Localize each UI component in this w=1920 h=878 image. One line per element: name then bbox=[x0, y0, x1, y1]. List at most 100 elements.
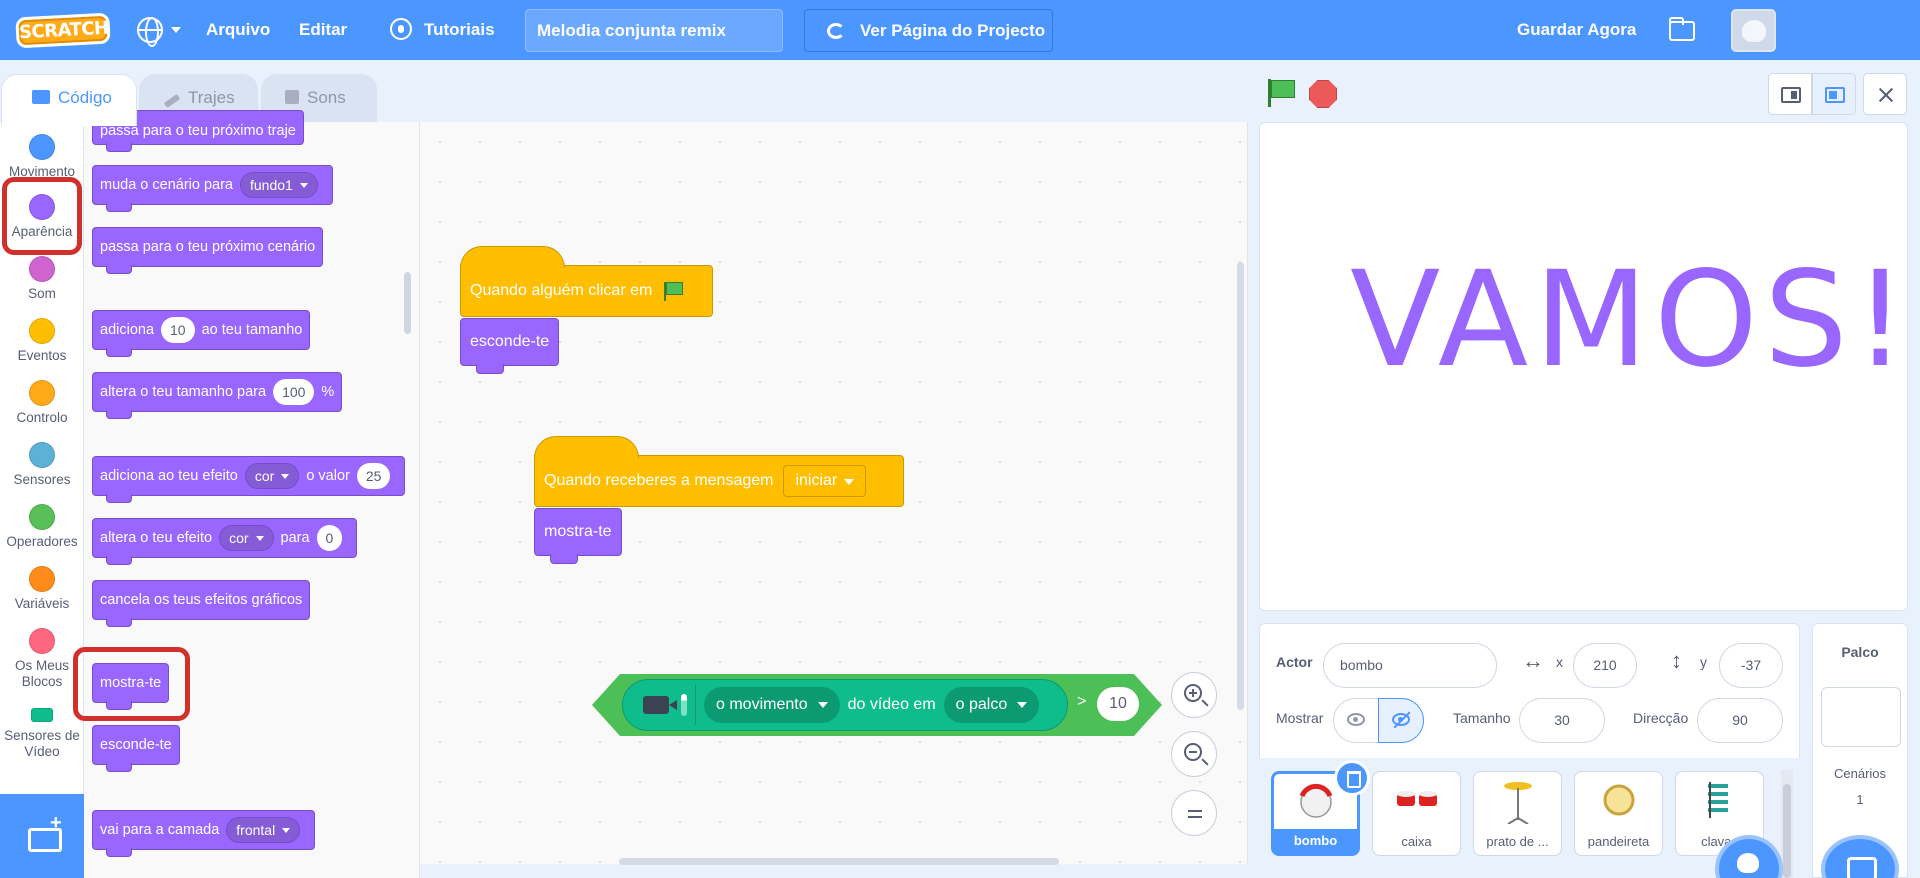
x-label: x bbox=[1556, 654, 1563, 670]
category-operators[interactable]: Operadores bbox=[0, 504, 84, 550]
sprite-name-input[interactable]: bombo bbox=[1323, 643, 1497, 688]
see-project-page-button[interactable]: Ver Página do Projecto bbox=[804, 9, 1053, 52]
show-sprite-button[interactable] bbox=[1333, 698, 1379, 743]
sprite-name: prato de ... bbox=[1486, 834, 1549, 849]
normal-stage-icon bbox=[1825, 87, 1845, 103]
layer-dropdown[interactable]: frontal bbox=[226, 817, 301, 843]
actor-label: Actor bbox=[1276, 654, 1313, 670]
save-now-button[interactable]: Guardar Agora bbox=[1517, 0, 1636, 60]
next-backdrop-block[interactable]: passa para o teu próximo cenário bbox=[92, 227, 324, 274]
category-label: Som bbox=[28, 286, 56, 301]
stage-thumbnail[interactable] bbox=[1821, 687, 1901, 747]
file-menu[interactable]: Arquivo bbox=[206, 0, 270, 60]
threshold-input[interactable]: 10 bbox=[1097, 687, 1139, 721]
tab-sounds-label: Sons bbox=[307, 88, 346, 107]
set-size-block[interactable]: altera o teu tamanho para 100% bbox=[92, 372, 343, 419]
block-text: adiciona bbox=[100, 322, 155, 338]
project-title-input[interactable]: Melodia conjunta remix bbox=[525, 9, 783, 52]
language-globe-icon[interactable] bbox=[137, 17, 163, 47]
chevron-down-icon[interactable] bbox=[171, 27, 181, 33]
size-input[interactable]: 30 bbox=[1519, 698, 1605, 743]
effect-value-input[interactable]: 0 bbox=[316, 525, 343, 551]
sprite-tile-prato[interactable]: prato de ... bbox=[1473, 771, 1562, 856]
when-flag-clicked-block[interactable]: Quando alguém clicar em bbox=[460, 246, 713, 317]
zoom-in-button[interactable] bbox=[1171, 672, 1217, 718]
effect-dropdown[interactable]: cor bbox=[244, 463, 300, 489]
stage-pane-title: Palco bbox=[1841, 644, 1879, 660]
user-avatar[interactable] bbox=[1731, 9, 1776, 52]
my-stuff-folder-icon[interactable] bbox=[1669, 17, 1695, 41]
category-label: Variáveis bbox=[14, 596, 70, 611]
palette-scrollbar[interactable] bbox=[404, 272, 411, 334]
stage-canvas[interactable]: VAMOS! bbox=[1259, 122, 1908, 611]
zoom-reset-button[interactable] bbox=[1171, 790, 1217, 836]
category-label: Os Meus Blocos bbox=[14, 658, 69, 689]
sensing-category-icon bbox=[29, 442, 55, 468]
category-my-blocks[interactable]: Os Meus Blocos bbox=[0, 628, 84, 690]
video-motion-reporter[interactable]: o movimento do vídeo em o palco bbox=[622, 679, 1068, 731]
change-effect-block[interactable]: adiciona ao teu efeito cor o valor 25 bbox=[92, 456, 406, 503]
direction-input[interactable]: 90 bbox=[1697, 698, 1783, 743]
my-blocks-category-icon bbox=[29, 628, 55, 654]
sound-category-icon bbox=[29, 256, 55, 282]
category-video-sensing[interactable]: Sensores de Vídeo bbox=[0, 708, 84, 760]
script-horizontal-scrollbar[interactable] bbox=[619, 858, 1059, 865]
hide-sprite-button[interactable] bbox=[1378, 698, 1424, 743]
block-text: o valor bbox=[306, 468, 350, 484]
category-motion[interactable]: Movimento bbox=[0, 134, 84, 180]
message-dropdown[interactable]: iniciar bbox=[783, 465, 867, 497]
sprite-tile-caixa[interactable]: caixa bbox=[1372, 771, 1461, 856]
xylophone-icon bbox=[1708, 782, 1728, 818]
category-sensing[interactable]: Sensores bbox=[0, 442, 84, 488]
tutorials-icon[interactable] bbox=[390, 18, 412, 40]
tab-code[interactable]: Código bbox=[1, 74, 137, 126]
fullscreen-button[interactable] bbox=[1863, 73, 1907, 115]
size-input[interactable]: 100 bbox=[273, 379, 315, 405]
category-control[interactable]: Controlo bbox=[0, 380, 84, 426]
change-size-block[interactable]: adiciona 10 ao teu tamanho bbox=[92, 310, 311, 357]
when-receive-message-block[interactable]: Quando receberes a mensagem iniciar bbox=[534, 436, 904, 507]
video-subject-dropdown[interactable]: o palco bbox=[943, 687, 1040, 723]
hat-cap bbox=[460, 246, 565, 268]
normal-stage-button[interactable] bbox=[1812, 73, 1856, 115]
scratch-logo[interactable]: SCRATCH bbox=[15, 12, 111, 49]
small-stage-button[interactable] bbox=[1768, 73, 1812, 115]
block-text: % bbox=[321, 384, 335, 400]
zoom-out-button[interactable] bbox=[1171, 731, 1217, 777]
go-to-layer-block[interactable]: vai para a camada frontal bbox=[92, 810, 316, 857]
backdrop-dropdown[interactable]: fundo1 bbox=[240, 172, 318, 198]
category-events[interactable]: Eventos bbox=[0, 318, 84, 364]
switch-backdrop-block[interactable]: muda o cenário para fundo1 bbox=[92, 165, 333, 212]
y-position-icon: ↕ bbox=[1671, 648, 1682, 673]
add-extension-button[interactable] bbox=[0, 794, 84, 878]
effect-value-input[interactable]: 25 bbox=[356, 463, 391, 489]
sprite-tile-pandeireta[interactable]: pandeireta bbox=[1574, 771, 1663, 856]
backdrops-count: 1 bbox=[1856, 792, 1864, 807]
green-flag-button[interactable] bbox=[1266, 79, 1295, 107]
show-script-block[interactable]: mostra-te bbox=[534, 508, 622, 564]
delete-sprite-button[interactable] bbox=[1334, 760, 1370, 796]
zoom-out-icon bbox=[1184, 743, 1202, 761]
events-category-icon bbox=[29, 318, 55, 344]
scrollbar-thumb[interactable] bbox=[1783, 784, 1791, 878]
category-variables[interactable]: Variáveis bbox=[0, 566, 84, 612]
stop-button[interactable] bbox=[1309, 80, 1337, 108]
drum-sprite-icon bbox=[1299, 783, 1333, 818]
category-sound[interactable]: Som bbox=[0, 256, 84, 302]
set-effect-block[interactable]: altera o teu efeito cor para 0 bbox=[92, 518, 358, 565]
size-change-input[interactable]: 10 bbox=[161, 317, 195, 343]
script-vertical-scrollbar[interactable] bbox=[1237, 262, 1244, 710]
y-position-input[interactable]: -37 bbox=[1719, 643, 1783, 688]
hide-block[interactable]: esconde-te bbox=[92, 725, 180, 772]
video-attribute-dropdown[interactable]: o movimento bbox=[704, 687, 840, 723]
sprite-name: caixa bbox=[1401, 834, 1432, 849]
x-position-input[interactable]: 210 bbox=[1573, 643, 1637, 688]
clear-effects-block[interactable]: cancela os teus efeitos gráficos bbox=[92, 580, 311, 627]
effect-dropdown[interactable]: cor bbox=[219, 525, 274, 551]
tambourine-icon bbox=[1603, 784, 1635, 816]
tab-code-label: Código bbox=[58, 88, 112, 107]
hide-script-block[interactable]: esconde-te bbox=[460, 318, 560, 374]
sprite-list-scrollbar[interactable] bbox=[1781, 770, 1793, 878]
edit-menu[interactable]: Editar bbox=[299, 0, 347, 60]
tutorials-menu[interactable]: Tutoriais bbox=[424, 0, 495, 60]
